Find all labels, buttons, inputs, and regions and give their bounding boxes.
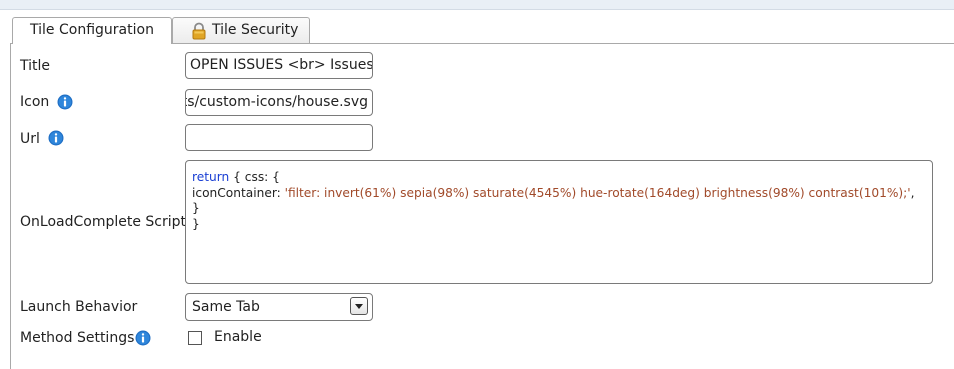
launch-behavior-label: Launch Behavior xyxy=(20,299,138,315)
enable-checkbox-label[interactable]: Enable xyxy=(214,329,262,345)
title-input-value: OPEN ISSUES <br> Issues xyxy=(190,57,373,73)
info-icon[interactable] xyxy=(48,130,64,146)
script-text: , xyxy=(910,185,915,200)
script-line: iconContainer: 'filter: invert(61%) sepi… xyxy=(192,186,932,202)
tab-tile-configuration[interactable]: Tile Configuration xyxy=(12,17,172,44)
method-settings-label: Method Settings xyxy=(20,330,135,346)
chevron-down-icon[interactable] xyxy=(350,297,368,315)
tab-label: Tile Configuration xyxy=(30,22,154,38)
info-icon[interactable] xyxy=(135,330,151,346)
script-line: return { css: { xyxy=(192,170,932,186)
onload-script-editor[interactable]: return { css: {iconContainer: 'filter: i… xyxy=(185,160,933,284)
url-input[interactable] xyxy=(185,124,373,151)
onload-script-label: OnLoadComplete Script xyxy=(20,214,187,230)
top-strip xyxy=(0,0,954,10)
script-line: } xyxy=(192,217,932,233)
script-text: } xyxy=(192,216,200,231)
tab-label: Tile Security xyxy=(212,22,299,38)
icon-path-input[interactable]: ets/custom-icons/house.svg xyxy=(185,89,373,116)
title-label: Title xyxy=(20,58,51,74)
script-text: } xyxy=(192,201,200,215)
tile-editor: Tile Configuration Tile Security Title O… xyxy=(0,0,954,369)
icon-path-value: ets/custom-icons/house.svg xyxy=(185,94,368,110)
info-icon[interactable] xyxy=(57,94,73,110)
script-string: 'filter: invert(61%) sepia(98%) saturate… xyxy=(284,185,911,200)
enable-checkbox[interactable] xyxy=(188,331,202,345)
lock-icon xyxy=(192,22,206,40)
launch-behavior-value: Same Tab xyxy=(192,299,260,315)
launch-behavior-select[interactable]: Same Tab xyxy=(185,293,373,321)
script-text: { css: { xyxy=(229,170,280,184)
url-label: Url xyxy=(20,131,40,147)
title-input[interactable]: OPEN ISSUES <br> Issues xyxy=(185,52,373,79)
script-line: } xyxy=(192,201,932,217)
script-key: iconContainer: xyxy=(192,185,285,200)
tab-tile-security[interactable]: Tile Security xyxy=(172,17,310,43)
script-keyword: return xyxy=(192,170,230,184)
icon-label: Icon xyxy=(20,94,50,110)
